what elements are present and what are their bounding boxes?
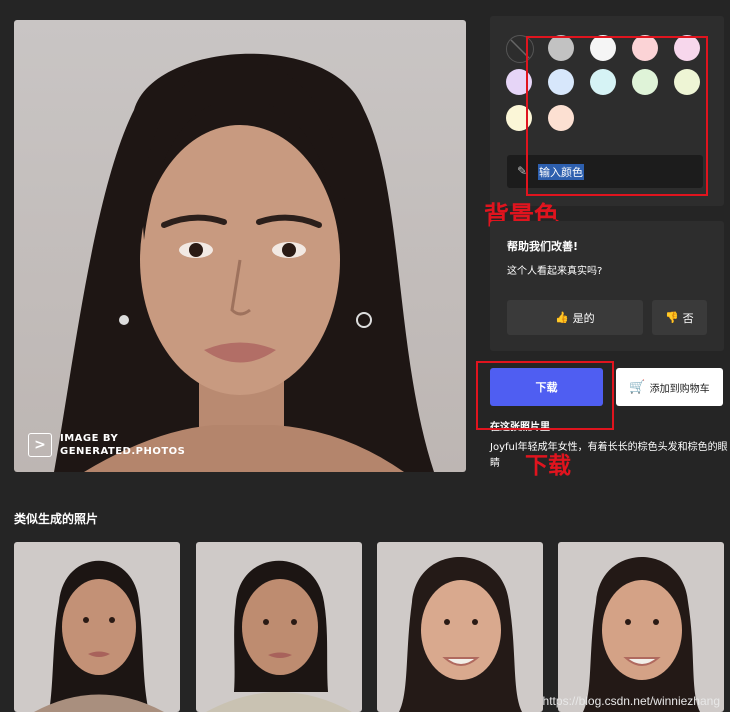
yes-label: 是的 xyxy=(572,311,595,325)
no-label: 否 xyxy=(682,311,694,325)
similar-photo-3[interactable] xyxy=(377,542,543,712)
source-credit: https://blog.csdn.net/winniezhang xyxy=(542,694,720,708)
similar-photo-1[interactable] xyxy=(14,542,180,712)
watermark-line1: IMAGE BY xyxy=(60,433,119,444)
portrait-illustration xyxy=(54,53,434,472)
annotation-box-background xyxy=(526,36,708,196)
add-to-cart-button[interactable]: 🛒 添加到购物车 xyxy=(616,368,723,406)
feedback-title: 帮助我们改善! xyxy=(507,240,579,253)
cart-icon: 🛒 xyxy=(629,379,646,395)
generated-photos-logo: > xyxy=(28,433,52,457)
yes-button[interactable]: 👍 是的 xyxy=(507,300,643,335)
thumb-face-3 xyxy=(399,557,522,712)
thumbs-up-icon: 👍 xyxy=(555,311,570,324)
watermark-line2: GENERATED.PHOTOS xyxy=(60,446,186,457)
thumbs-down-icon: 👎 xyxy=(665,311,680,324)
annotation-box-download xyxy=(476,361,614,430)
similar-photo-2[interactable] xyxy=(196,542,362,712)
no-button[interactable]: 👎 否 xyxy=(652,300,707,335)
watermark: > IMAGE BY GENERATED.PHOTOS xyxy=(28,432,185,458)
thumb-face-1 xyxy=(34,560,164,712)
thumb-face-4 xyxy=(583,557,700,712)
feedback-question: 这个人看起来真实吗? xyxy=(507,266,603,277)
thumb-face-2 xyxy=(206,560,352,712)
annotation-label-download: 下载 xyxy=(525,453,571,479)
main-photo: > IMAGE BY GENERATED.PHOTOS xyxy=(14,20,466,472)
similar-photos-title: 类似生成的照片 xyxy=(14,512,99,526)
similar-photo-4[interactable] xyxy=(558,542,724,712)
add-to-cart-label: 添加到购物车 xyxy=(649,383,710,395)
